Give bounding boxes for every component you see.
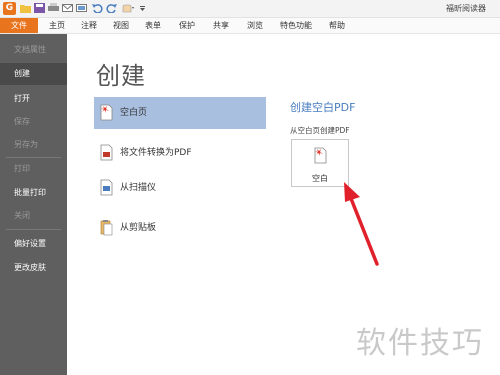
app-title: 福昕阅读器 xyxy=(446,4,486,13)
sidebar-item-batch-print[interactable]: 批量打印 xyxy=(0,182,67,204)
create-option-convert-file[interactable]: 将文件转换为PDF xyxy=(94,137,266,169)
sidebar-item-preferences[interactable]: 偏好设置 xyxy=(0,233,67,255)
panel-title: 创建空白PDF xyxy=(290,101,356,114)
sidebar-item-create[interactable]: 创建 xyxy=(0,63,67,85)
clipboard-icon xyxy=(100,220,113,236)
menu-help[interactable]: 帮助 xyxy=(322,18,352,33)
blank-page-icon xyxy=(314,147,327,164)
menu-featured[interactable]: 特色功能 xyxy=(276,18,316,33)
open-folder-icon[interactable] xyxy=(20,3,31,13)
panel-subtitle: 从空白页创建PDF xyxy=(290,126,350,135)
create-option-label: 空白页 xyxy=(120,108,148,118)
create-option-label: 将文件转换为PDF xyxy=(120,148,192,158)
menu-view[interactable]: 视图 xyxy=(106,18,136,33)
annotation-arrow xyxy=(344,182,379,266)
app-logo-icon[interactable]: G xyxy=(3,2,16,15)
create-option-label: 从扫描仪 xyxy=(120,183,157,193)
backstage-sidebar: 文档属性 创建 打开 保存 另存为 打印 批量打印 关闭 偏好设置 更改皮肤 xyxy=(0,34,67,375)
title-bar: G 福昕阅读器 xyxy=(0,0,500,18)
create-option-from-clipboard[interactable]: 从剪贴板 xyxy=(94,212,266,244)
undo-icon[interactable] xyxy=(92,3,103,13)
scanner-icon xyxy=(100,179,113,196)
menu-form[interactable]: 表单 xyxy=(138,18,168,33)
sidebar-item-document-properties[interactable]: 文档属性 xyxy=(0,39,67,61)
page-title: 创建 xyxy=(96,62,146,90)
sidebar-item-change-skin[interactable]: 更改皮肤 xyxy=(0,257,67,279)
sidebar-item-print[interactable]: 打印 xyxy=(0,158,67,180)
create-option-blank-page[interactable]: 空白页 xyxy=(94,97,266,129)
print-icon[interactable] xyxy=(48,3,59,13)
email-icon[interactable] xyxy=(62,3,73,13)
sidebar-item-save[interactable]: 保存 xyxy=(0,111,67,133)
save-icon[interactable] xyxy=(34,3,45,13)
menu-bar: 文件 主页 注释 视图 表单 保护 共享 浏览 特色功能 帮助 xyxy=(0,18,500,34)
hand-tool-icon[interactable] xyxy=(121,3,135,13)
menu-protect[interactable]: 保护 xyxy=(172,18,202,33)
sidebar-item-open[interactable]: 打开 xyxy=(0,88,67,110)
menu-comment[interactable]: 注释 xyxy=(74,18,104,33)
customize-toolbar-icon[interactable] xyxy=(139,3,146,13)
sidebar-item-save-as[interactable]: 另存为 xyxy=(0,134,67,156)
scan-icon[interactable] xyxy=(76,3,87,13)
blank-page-icon xyxy=(100,104,113,121)
menu-file[interactable]: 文件 xyxy=(0,18,38,33)
menu-share[interactable]: 共享 xyxy=(206,18,236,33)
menu-browse[interactable]: 浏览 xyxy=(240,18,270,33)
create-option-label: 从剪贴板 xyxy=(120,223,157,233)
redo-icon[interactable] xyxy=(106,3,117,13)
watermark: 软件技巧 xyxy=(356,326,484,361)
convert-to-pdf-icon xyxy=(100,144,113,161)
sidebar-divider xyxy=(6,229,61,230)
create-option-from-scanner[interactable]: 从扫描仪 xyxy=(94,172,266,204)
menu-home[interactable]: 主页 xyxy=(42,18,72,33)
sidebar-item-close[interactable]: 关闭 xyxy=(0,205,67,227)
